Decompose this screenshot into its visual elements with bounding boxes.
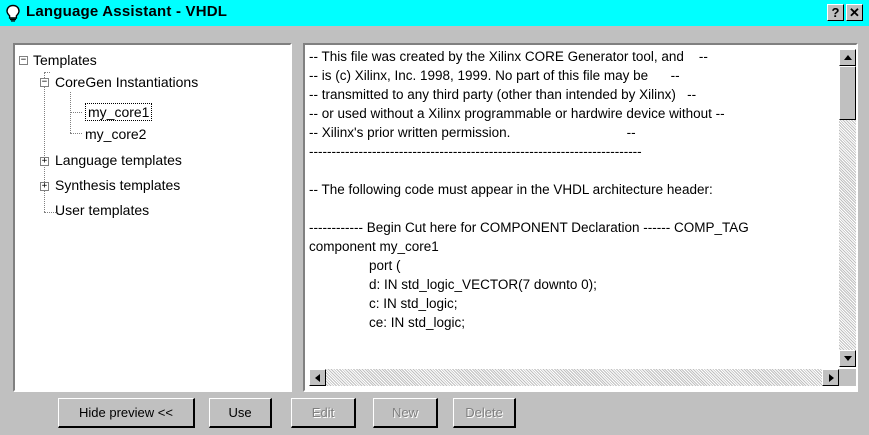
tree-line	[70, 112, 82, 113]
expand-icon[interactable]: +	[40, 157, 49, 166]
tree-item-my-core1[interactable]: my_core1	[85, 103, 153, 121]
collapse-icon[interactable]: −	[40, 78, 49, 87]
up-arrow-icon	[844, 55, 852, 60]
code-line: port (	[309, 258, 401, 273]
title-bar[interactable]: Language Assistant - VHDL ? ✕	[0, 0, 869, 26]
window-title: Language Assistant - VHDL	[26, 3, 228, 20]
scroll-down-button[interactable]	[839, 350, 856, 367]
code-line: -- is (c) Xilinx, Inc. 1998, 1999. No pa…	[309, 68, 680, 83]
scroll-left-button[interactable]	[309, 369, 326, 386]
new-button[interactable]: New	[373, 398, 438, 428]
horizontal-scrollbar[interactable]	[309, 369, 839, 386]
code-line: ce: IN std_logic;	[309, 315, 466, 330]
tree-item-my-core1-wrapper: my_core1	[85, 103, 153, 121]
code-line: -- or used without a Xilinx programmable…	[309, 106, 725, 121]
tree-line	[70, 133, 82, 134]
code-line: ------------ Begin Cut here for COMPONEN…	[309, 220, 749, 235]
tree-line	[44, 72, 45, 212]
tree-item-language-templates[interactable]: Language templates	[55, 150, 182, 170]
down-arrow-icon	[844, 356, 852, 361]
tree-item-coregen-instantiations[interactable]: CoreGen Instantiations	[55, 72, 198, 92]
scroll-corner	[839, 369, 856, 386]
code-preview[interactable]: -- This file was created by the Xilinx C…	[303, 43, 858, 392]
scroll-up-button[interactable]	[839, 49, 856, 66]
code-line: component my_core1	[309, 239, 439, 254]
scroll-right-button[interactable]	[822, 369, 839, 386]
use-button[interactable]: Use	[209, 398, 272, 428]
tree-item-my-core2[interactable]: my_core2	[85, 124, 146, 144]
close-button[interactable]: ✕	[846, 4, 863, 21]
scroll-thumb[interactable]	[839, 66, 856, 120]
tree-item-templates[interactable]: Templates	[33, 50, 97, 70]
scroll-track[interactable]	[326, 369, 822, 386]
right-arrow-icon	[829, 374, 834, 382]
code-text: -- This file was created by the Xilinx C…	[309, 47, 834, 332]
collapse-icon[interactable]: −	[19, 56, 28, 65]
template-tree[interactable]: − Templates − CoreGen Instantiations my_…	[13, 43, 292, 392]
code-line: -- transmitted to any third party (other…	[309, 87, 697, 102]
hide-preview-button[interactable]: Hide preview <<	[58, 398, 195, 428]
code-line: -- This file was created by the Xilinx C…	[309, 49, 708, 64]
code-line: -- The following code must appear in the…	[309, 182, 713, 197]
left-arrow-icon	[315, 374, 320, 382]
code-line: ----------------------------------------…	[309, 144, 642, 159]
vertical-scrollbar[interactable]	[839, 49, 856, 367]
code-line: d: IN std_logic_VECTOR(7 downto 0);	[309, 277, 597, 292]
expand-icon[interactable]: +	[40, 182, 49, 191]
tree-item-user-templates[interactable]: User templates	[55, 200, 149, 220]
tree-line	[44, 72, 50, 73]
language-assistant-window: Language Assistant - VHDL ? ✕ − Template…	[0, 0, 869, 435]
help-button[interactable]: ?	[827, 4, 844, 21]
edit-button[interactable]: Edit	[291, 398, 356, 428]
delete-button[interactable]: Delete	[453, 398, 516, 428]
lightbulb-icon	[6, 4, 20, 22]
code-line: -- Xilinx's prior written permission. --	[309, 125, 636, 140]
tree-item-synthesis-templates[interactable]: Synthesis templates	[55, 175, 180, 195]
code-line: c: IN std_logic;	[309, 296, 458, 311]
